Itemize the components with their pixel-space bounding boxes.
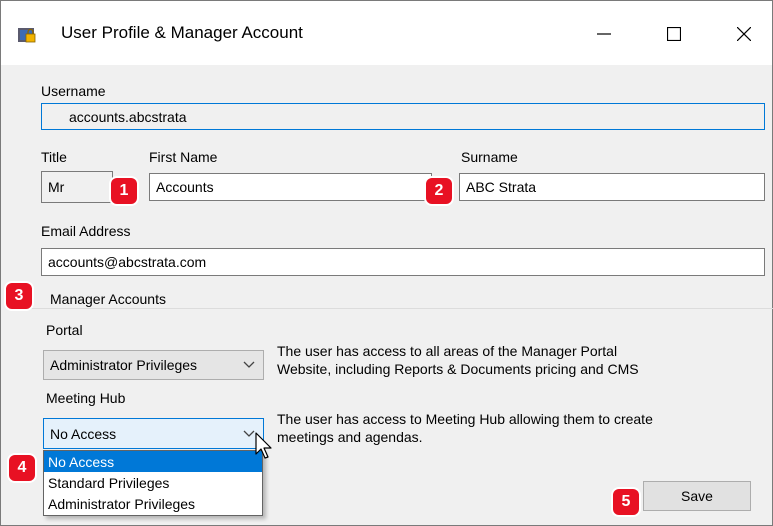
email-value: accounts@abcstrata.com [48,254,207,270]
dropdown-option-standard-privileges[interactable]: Standard Privileges [44,472,262,493]
first-name-input[interactable]: Accounts [149,173,432,201]
callout-badge-3: 3 [6,283,32,309]
title-label: Title [41,149,67,165]
chevron-down-icon [243,430,255,437]
username-label: Username [41,83,106,99]
maximize-button[interactable] [651,15,697,53]
username-field: accounts.abcstrata [41,103,765,130]
callout-badge-2: 2 [426,178,452,204]
portal-description-line-1: The user has access to all areas of the … [277,343,618,359]
title-field[interactable]: Mr [41,171,113,203]
user-profile-window: User Profile & Manager Account Username … [0,0,773,526]
title-value: Mr [48,179,65,195]
title-bar: User Profile & Manager Account [1,1,772,65]
meeting-hub-selected-value: No Access [50,425,117,442]
callout-badge-4: 4 [9,455,35,481]
chevron-down-icon [243,361,255,368]
surname-input[interactable]: ABC Strata [459,173,765,201]
meeting-hub-label: Meeting Hub [46,390,126,406]
portal-label: Portal [46,322,83,338]
callout-badge-5: 5 [613,489,639,515]
minimize-button[interactable] [581,15,627,53]
window-title: User Profile & Manager Account [61,23,303,42]
portal-description: The user has access to all areas of the … [277,342,639,378]
meeting-hub-description-line-1: The user has access to Meeting Hub allow… [277,411,653,427]
portal-description-line-2: Website, including Reports & Documents p… [277,361,639,377]
username-value: accounts.abcstrata [69,108,187,125]
meeting-hub-dropdown-list: No Access Standard Privileges Administra… [43,450,263,516]
close-button[interactable] [721,15,767,53]
maximize-icon [667,27,681,41]
portal-select[interactable]: Administrator Privileges [43,350,264,380]
dropdown-option-no-access[interactable]: No Access [44,451,262,472]
surname-label: Surname [461,149,518,165]
first-name-label: First Name [149,149,218,165]
email-label: Email Address [41,223,131,239]
mouse-cursor-icon [255,432,272,459]
email-input[interactable]: accounts@abcstrata.com [41,248,765,276]
meeting-hub-description: The user has access to Meeting Hub allow… [277,410,653,446]
save-button[interactable]: Save [643,481,751,511]
manager-accounts-label: Manager Accounts [48,291,168,307]
meeting-hub-select[interactable]: No Access [43,418,264,449]
surname-value: ABC Strata [466,179,537,195]
portal-selected-value: Administrator Privileges [50,357,198,373]
meeting-hub-description-line-2: meetings and agendas. [277,429,423,445]
close-icon [737,27,751,41]
first-name-value: Accounts [156,179,214,195]
minimize-icon [597,33,611,35]
callout-badge-1: 1 [111,178,137,204]
app-lock-icon [18,28,36,43]
dropdown-option-administrator-privileges[interactable]: Administrator Privileges [44,493,262,514]
